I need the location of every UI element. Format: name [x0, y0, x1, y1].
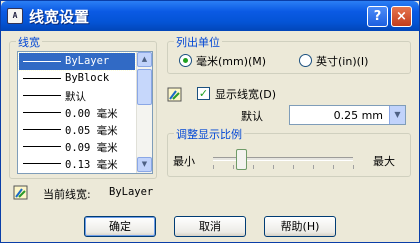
- ok-button[interactable]: 确定: [84, 216, 156, 237]
- scale-tick: [233, 165, 234, 169]
- scale-max-label: 最大: [373, 155, 395, 168]
- scroll-up-icon[interactable]: ▲: [137, 52, 152, 67]
- list-item[interactable]: 0.09 毫米: [19, 138, 135, 155]
- scale-tick: [213, 165, 214, 169]
- inch-radio-label[interactable]: 英寸(in)(I): [316, 53, 368, 69]
- window-title: 线宽设置: [29, 8, 90, 26]
- inch-radio[interactable]: [299, 54, 312, 67]
- list-item[interactable]: 0.13 毫米: [19, 155, 135, 172]
- chevron-down-icon[interactable]: ▼: [389, 106, 405, 124]
- line-sample: [23, 146, 61, 147]
- scale-tick: [293, 165, 294, 169]
- lineweights-group-label: 线宽: [16, 34, 42, 50]
- list-item[interactable]: 默认: [19, 87, 135, 104]
- current-lineweight-label: 当前线宽:: [43, 188, 91, 201]
- scroll-thumb[interactable]: [137, 69, 152, 105]
- list-item[interactable]: 0.00 毫米: [19, 104, 135, 121]
- help-button[interactable]: 帮助(H): [264, 216, 336, 237]
- mm-radio[interactable]: [179, 54, 192, 67]
- line-sample: [23, 163, 61, 164]
- list-item[interactable]: ByBlock: [19, 70, 135, 87]
- lineweight-display-icon: [167, 87, 182, 102]
- lineweight-icon: [13, 185, 28, 200]
- close-button[interactable]: ×: [391, 6, 412, 27]
- list-item[interactable]: 0.05 毫米: [19, 121, 135, 138]
- scale-tick: [333, 165, 334, 169]
- title-bar[interactable]: A 线宽设置 ? ×: [1, 1, 419, 31]
- scale-tick: [273, 165, 274, 169]
- lineweights-list[interactable]: ByLayer ByBlock 默认 0.00 毫米 0.05 毫米 0.09 …: [17, 51, 153, 174]
- line-sample: [23, 129, 61, 130]
- show-lineweight-checkbox[interactable]: ✓: [197, 87, 210, 100]
- list-item[interactable]: ByLayer: [18, 52, 136, 71]
- default-lineweight-dropdown[interactable]: 0.25 mm ▼: [289, 105, 406, 125]
- lineweight-settings-dialog: A 线宽设置 ? × 线宽 ByLayer ByBlock 默认 0.00 毫米…: [0, 0, 420, 243]
- scale-tick: [353, 165, 354, 169]
- current-lineweight-value: ByLayer: [109, 186, 154, 198]
- default-label: 默认: [241, 110, 263, 123]
- mm-radio-label[interactable]: 毫米(mm)(M): [196, 53, 266, 69]
- scale-slider-track[interactable]: [213, 157, 353, 161]
- units-group-label: 列出单位: [174, 34, 222, 50]
- line-sample: [23, 78, 61, 79]
- title-help-button[interactable]: ?: [367, 6, 388, 27]
- scroll-down-icon[interactable]: ▼: [137, 157, 152, 172]
- line-sample: [23, 95, 61, 96]
- default-lineweight-value: 0.25 mm: [333, 109, 383, 122]
- cancel-button[interactable]: 取消: [174, 216, 246, 237]
- show-lineweight-label[interactable]: 显示线宽(D): [215, 86, 276, 102]
- scale-tick: [313, 165, 314, 169]
- line-sample: [23, 112, 61, 113]
- scale-slider-thumb[interactable]: [235, 149, 247, 170]
- list-scrollbar[interactable]: ▲ ▼: [136, 52, 152, 173]
- scale-tick: [253, 165, 254, 169]
- app-icon: A: [7, 8, 23, 24]
- scale-min-label: 最小: [173, 155, 195, 168]
- display-scale-group-label: 调整显示比例: [174, 126, 244, 142]
- line-sample: [23, 61, 61, 62]
